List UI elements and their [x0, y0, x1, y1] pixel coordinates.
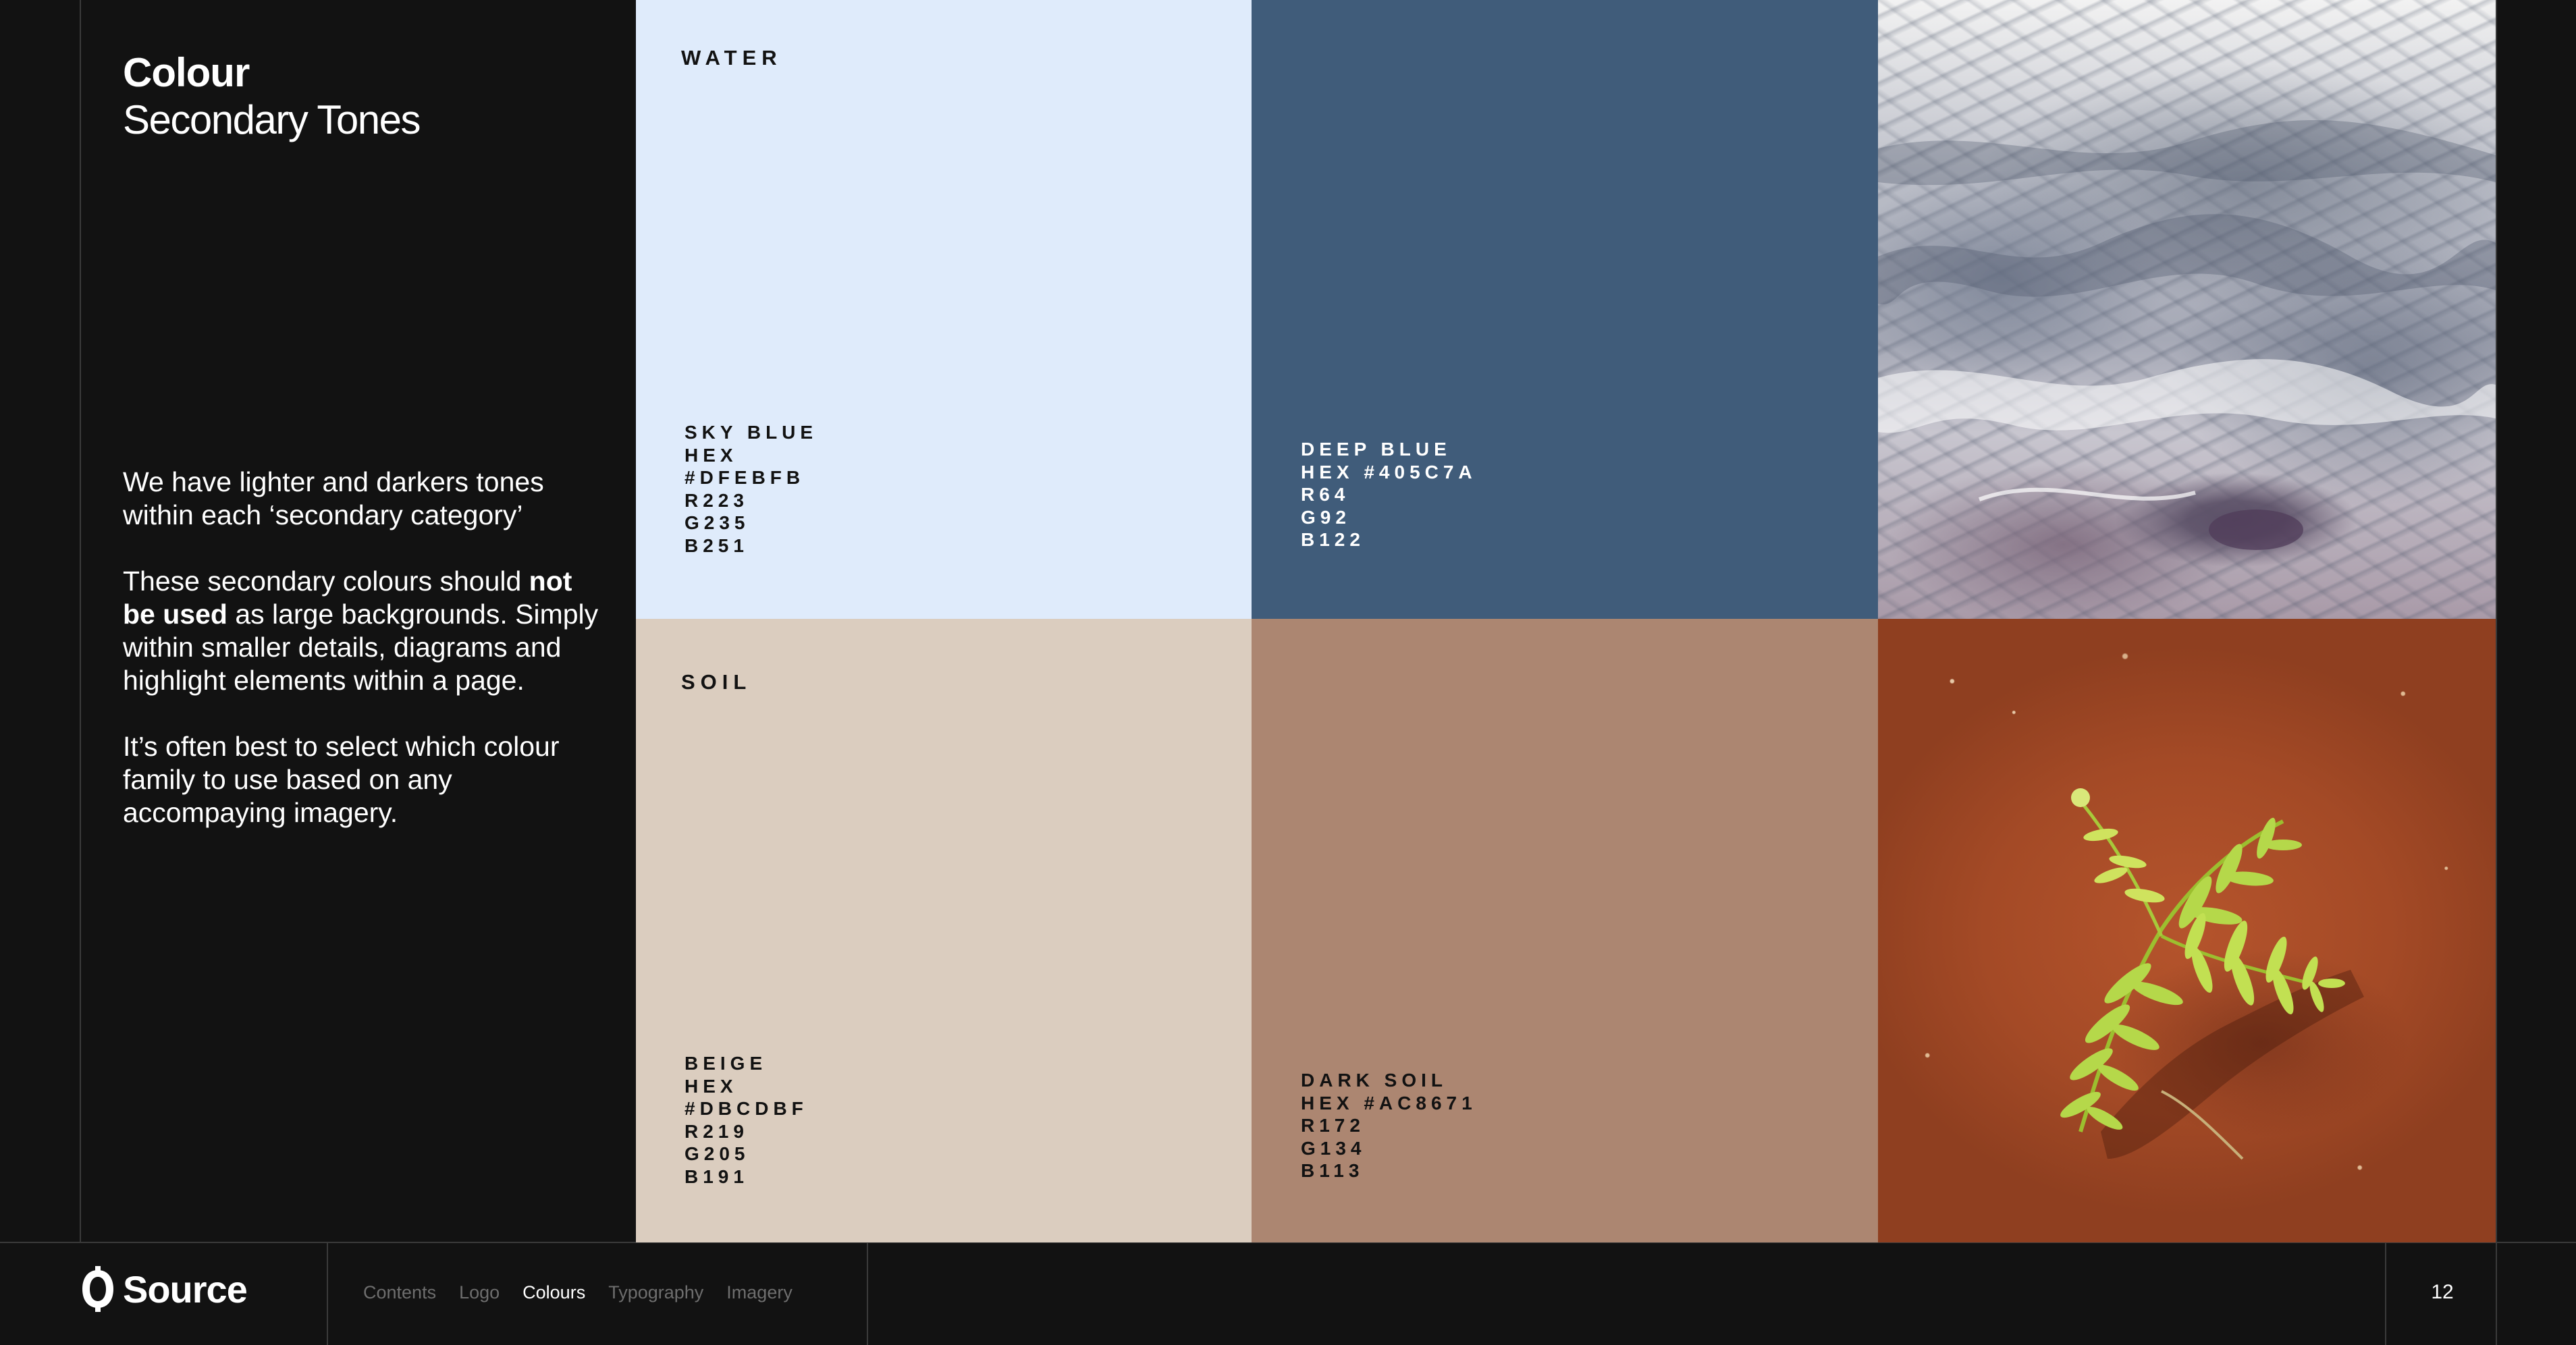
spec-name: DARK SOIL [1301, 1070, 1447, 1091]
swatch-sky-blue: WATER SKY BLUE HEX #DFEBFB R223 G235 B25… [636, 0, 1252, 619]
spec-hex-label: HEX [685, 444, 738, 466]
description-paragraph-2: These secondary colours should not be us… [123, 565, 609, 697]
swatch-dark-soil: DARK SOIL HEX #AC8671 R172 G134 B113 [1252, 619, 1878, 1242]
nav-item-imagery[interactable]: Imagery [726, 1282, 793, 1303]
swatch-spec-deep-blue: DEEP BLUE HEX #405C7A R64 G92 B122 [1301, 438, 1477, 551]
footer-nav: Contents Logo Colours Typography Imagery [363, 1282, 793, 1303]
swatch-spec-beige: BEIGE HEX #DBCDBF R219 G205 B191 [685, 1052, 808, 1188]
brand-name: Source [123, 1267, 248, 1311]
spec-green: G134 [1301, 1137, 1366, 1159]
footer-divider-1 [327, 1242, 328, 1345]
page-title: Colour [123, 50, 250, 95]
spec-name: DEEP BLUE [1301, 439, 1451, 460]
spec-green: G235 [685, 512, 750, 533]
paragraph-2-text: These secondary colours should [123, 566, 529, 597]
spec-hex-label: HEX [685, 1075, 738, 1097]
swatch-spec-sky-blue: SKY BLUE HEX #DFEBFB R223 G235 B251 [685, 421, 817, 557]
nav-item-contents[interactable]: Contents [363, 1282, 436, 1303]
spec-hex: HEX #AC8671 [1301, 1092, 1477, 1114]
spec-name: BEIGE [685, 1053, 768, 1074]
spec-red: R223 [685, 489, 749, 511]
swatch-spec-dark-soil: DARK SOIL HEX #AC8671 R172 G134 B113 [1301, 1069, 1477, 1182]
spec-hex: HEX #405C7A [1301, 461, 1477, 483]
swatch-beige: SOIL BEIGE HEX #DBCDBF R219 G205 B191 [636, 619, 1252, 1242]
spec-red: R172 [1301, 1115, 1365, 1136]
spec-hex-value: #DBCDBF [685, 1098, 808, 1119]
description-paragraph-3: It’s often best to select which colour f… [123, 731, 560, 828]
soil-photo-fern [1878, 619, 2496, 1242]
group-label-soil: SOIL [681, 670, 752, 694]
page-subtitle: Secondary Tones [123, 97, 421, 142]
fern-illustration [2060, 788, 2364, 1160]
source-logo-icon [82, 1266, 113, 1312]
page-number: 12 [2431, 1281, 2454, 1303]
spec-blue: B122 [1301, 529, 1365, 550]
swatch-deep-blue: DEEP BLUE HEX #405C7A R64 G92 B122 [1252, 0, 1878, 619]
spec-blue: B191 [685, 1165, 749, 1187]
nav-item-colours[interactable]: Colours [522, 1282, 585, 1303]
left-margin-rule [80, 0, 81, 1242]
description-text: We have lighter and darkers tones within… [123, 466, 609, 862]
spec-hex-value: #DFEBFB [685, 467, 805, 488]
spec-blue: B113 [1301, 1160, 1364, 1181]
spec-name: SKY BLUE [685, 422, 818, 443]
spec-red: R64 [1301, 484, 1350, 505]
nav-item-logo[interactable]: Logo [459, 1282, 500, 1303]
description-paragraph-1: We have lighter and darkers tones within… [123, 466, 544, 530]
nav-item-typography[interactable]: Typography [608, 1282, 703, 1303]
water-photo-aerial-mountains [1878, 0, 2496, 619]
spec-green: G92 [1301, 506, 1351, 528]
mountain-ridges-illustration [1878, 119, 2496, 550]
group-label-water: WATER [681, 46, 782, 70]
spec-red: R219 [685, 1120, 749, 1142]
footer-divider-2 [867, 1242, 868, 1345]
spec-green: G205 [685, 1143, 750, 1164]
right-margin-rule [2496, 0, 2497, 1345]
spec-blue: B251 [685, 534, 749, 556]
brand-logo[interactable]: Source [77, 1266, 248, 1312]
